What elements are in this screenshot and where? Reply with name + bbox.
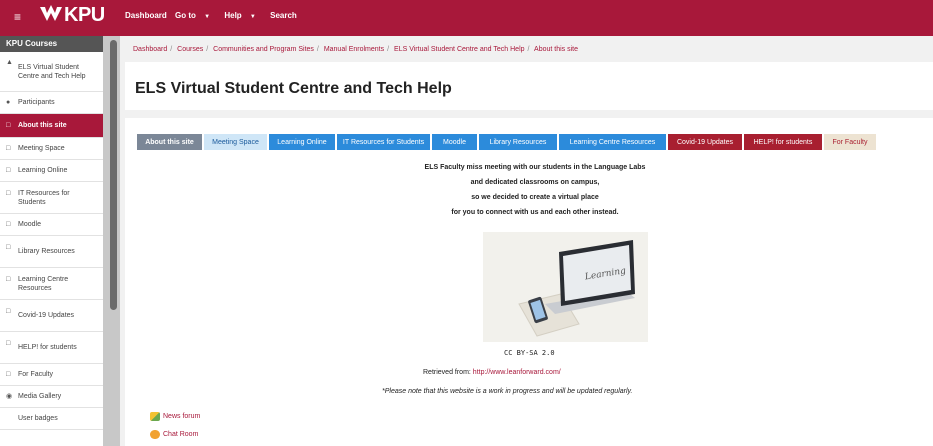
- chevron-down-icon: ▼: [204, 14, 211, 20]
- sidebar-item-label: HELP! for students: [18, 344, 77, 351]
- sidebar-item-media-gallery[interactable]: ◉ Media Gallery: [0, 386, 103, 408]
- sidebar-item-label: Meeting Space: [18, 145, 65, 152]
- intro-line: so we decided to create a virtual place: [471, 194, 599, 201]
- sidebar-item-course[interactable]: ▲ ELS Virtual Student Centre and Tech He…: [0, 52, 103, 92]
- breadcrumb-manual-enrolments[interactable]: Manual Enrolments: [324, 46, 384, 53]
- retrieved-from: Retrieved from: http://www.leanforward.c…: [423, 369, 561, 376]
- kpu-logo[interactable]: KPU: [40, 4, 105, 27]
- tab-learning-centre[interactable]: Learning Centre Resources: [559, 134, 666, 150]
- breadcrumb-dashboard[interactable]: Dashboard: [133, 46, 167, 53]
- breadcrumb: Dashboard / Courses / Communities and Prog…: [133, 46, 579, 53]
- tab-learning-online[interactable]: Learning Online: [269, 134, 335, 150]
- course-sidebar: KPU Courses ▲ ELS Virtual Student Centre…: [0, 36, 103, 446]
- folder-icon: □: [6, 308, 11, 315]
- sidebar-item-label: IT Resources for Students: [18, 189, 70, 206]
- nav-goto-label: Go to: [175, 11, 196, 20]
- intro-line: ELS Faculty miss meeting with our studen…: [424, 164, 646, 171]
- tab-moodle[interactable]: Moodle: [432, 134, 477, 150]
- activity-chat-room[interactable]: Chat Room: [150, 430, 198, 439]
- intro-line: for you to connect with us and each othe…: [451, 209, 619, 216]
- sidebar-item-label: ELS Virtual Student Centre and Tech Help: [18, 63, 86, 80]
- breadcrumb-courses[interactable]: Courses: [177, 46, 203, 53]
- tab-help-students[interactable]: HELP! for students: [744, 134, 822, 150]
- laptop-photo: Learning: [483, 232, 648, 342]
- folder-icon: □: [6, 145, 11, 152]
- sidebar-item-label: Learning Online: [18, 167, 68, 174]
- folder-icon: □: [6, 371, 11, 378]
- source-link[interactable]: http://www.leanforward.com/: [473, 369, 561, 376]
- nav-dashboard[interactable]: Dashboard: [125, 11, 167, 20]
- sidebar-item-label: For Faculty: [18, 371, 54, 378]
- folder-icon: □: [6, 167, 11, 174]
- breadcrumb-course[interactable]: ELS Virtual Student Centre and Tech Help: [394, 46, 525, 53]
- activity-label: Chat Room: [163, 431, 199, 438]
- users-icon: ●: [6, 99, 11, 106]
- tab-about[interactable]: About this site: [137, 134, 202, 150]
- nav-help[interactable]: Help ▼: [224, 11, 262, 20]
- folder-icon: □: [6, 122, 11, 129]
- tab-it-resources[interactable]: IT Resources for Students: [337, 134, 430, 150]
- folder-icon: □: [6, 221, 11, 228]
- sidebar-item-covid[interactable]: □ Covid-19 Updates: [0, 300, 103, 332]
- sidebar-item-label: Learning Centre Resources: [18, 275, 69, 292]
- folder-icon: □: [6, 276, 11, 283]
- breadcrumb-communities[interactable]: Communities and Program Sites: [213, 46, 314, 53]
- retrieved-prefix: Retrieved from:: [423, 369, 473, 376]
- sidebar-scrollbar-thumb[interactable]: [110, 40, 117, 310]
- intro-line: and dedicated classrooms on campus,: [470, 179, 600, 186]
- sidebar-item-it-resources[interactable]: □ IT Resources for Students: [0, 182, 103, 214]
- sidebar-item-label: Moodle: [18, 221, 41, 228]
- top-navbar: ≡ KPU Dashboard Go to ▼ Help ▼ Search: [0, 0, 933, 36]
- license-text: CC BY-SA 2.0: [504, 349, 555, 357]
- sidebar-item-help-students[interactable]: □ HELP! for students: [0, 332, 103, 364]
- folder-icon: □: [6, 190, 11, 197]
- sidebar-item-label: Library Resources: [18, 248, 75, 255]
- page-title: ELS Virtual Student Centre and Tech Help: [135, 80, 452, 97]
- sidebar-title: KPU Courses: [0, 36, 103, 52]
- sidebar-item-label: About this site: [18, 122, 67, 129]
- sidebar-item-label: User badges: [18, 415, 58, 422]
- media-icon: ◉: [6, 393, 13, 400]
- activity-news-forum[interactable]: News forum: [150, 412, 200, 421]
- forum-icon: [150, 412, 160, 421]
- activity-label: News forum: [163, 413, 201, 420]
- top-nav: Dashboard Go to ▼ Help ▼ Search: [125, 11, 303, 20]
- logo-text: KPU: [64, 4, 105, 26]
- sidebar-item-moodle[interactable]: □ Moodle: [0, 214, 103, 236]
- sidebar-item-label: Participants: [18, 99, 55, 106]
- sidebar-item-learning-online[interactable]: □ Learning Online: [0, 160, 103, 182]
- sidebar-item-user-badges[interactable]: User badges: [0, 408, 103, 430]
- sidebar-item-meeting-space[interactable]: □ Meeting Space: [0, 138, 103, 160]
- sidebar-item-participants[interactable]: ● Participants: [0, 92, 103, 114]
- kpu-logo-mark-icon: [40, 5, 62, 21]
- intro-text: ELS Faculty miss meeting with our studen…: [340, 160, 730, 220]
- chat-icon: [150, 430, 160, 439]
- sidebar-item-learning-centre[interactable]: □ Learning Centre Resources: [0, 268, 103, 300]
- tab-for-faculty[interactable]: For Faculty: [824, 134, 876, 150]
- menu-icon[interactable]: ≡: [14, 10, 21, 24]
- work-in-progress-note: *Please note that this website is a work…: [382, 388, 633, 395]
- sidebar-item-for-faculty[interactable]: □ For Faculty: [0, 364, 103, 386]
- mortarboard-icon: ▲: [6, 59, 13, 66]
- nav-help-label: Help: [224, 11, 242, 20]
- tab-library-resources[interactable]: Library Resources: [479, 134, 557, 150]
- tab-meeting-space[interactable]: Meeting Space: [204, 134, 267, 150]
- chevron-down-icon: ▼: [249, 14, 256, 20]
- sidebar-item-label: Covid-19 Updates: [18, 312, 75, 319]
- tab-covid-updates[interactable]: Covid-19 Updates: [668, 134, 742, 150]
- nav-search[interactable]: Search: [270, 11, 297, 20]
- sidebar-item-about[interactable]: □ About this site: [0, 114, 103, 138]
- laptop-illustration: Learning: [483, 232, 648, 342]
- sidebar-item-library[interactable]: □ Library Resources: [0, 236, 103, 268]
- breadcrumb-about[interactable]: About this site: [534, 46, 578, 53]
- folder-icon: □: [6, 244, 11, 251]
- nav-goto[interactable]: Go to ▼: [175, 11, 216, 20]
- folder-icon: □: [6, 340, 11, 347]
- sidebar-item-label: Media Gallery: [18, 393, 62, 400]
